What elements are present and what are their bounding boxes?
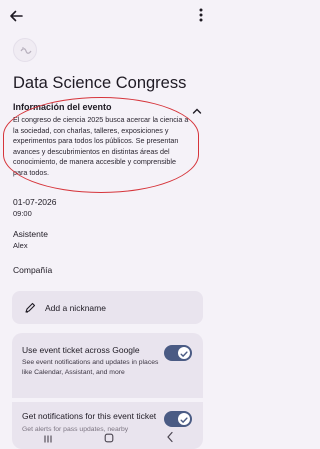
event-date: 01-07-2026	[13, 197, 57, 207]
chevron-up-icon[interactable]	[192, 102, 202, 114]
arrow-left-icon[interactable]	[8, 8, 24, 24]
home-icon[interactable]	[104, 430, 114, 443]
more-vertical-icon[interactable]	[194, 6, 208, 24]
notifications-title: Get notifications for this event ticket	[22, 411, 157, 421]
pencil-icon	[24, 301, 36, 313]
settings-divider	[12, 398, 203, 402]
highlight-annotation	[3, 97, 199, 193]
event-ticket-screen: Data Science Congress Información del ev…	[0, 0, 216, 449]
google-usage-title: Use event ticket across Google	[22, 345, 140, 355]
toggle-knob	[178, 347, 190, 359]
add-nickname-button[interactable]: Add a nickname	[12, 291, 203, 324]
recents-icon[interactable]	[43, 431, 53, 443]
event-title: Data Science Congress	[13, 74, 187, 92]
attendee-label: Asistente	[13, 229, 48, 239]
event-logo-icon	[13, 38, 37, 62]
company-label: Compañía	[13, 265, 53, 275]
top-app-bar	[0, 0, 216, 34]
attendee-value: Alex	[13, 241, 28, 250]
event-time: 09:00	[13, 209, 32, 218]
google-usage-toggle[interactable]	[164, 345, 192, 361]
back-chevron-icon[interactable]	[166, 430, 174, 443]
add-nickname-label: Add a nickname	[45, 303, 106, 313]
system-navigation-bar	[0, 424, 216, 449]
google-usage-description: See event notifications and updates in p…	[22, 359, 159, 376]
